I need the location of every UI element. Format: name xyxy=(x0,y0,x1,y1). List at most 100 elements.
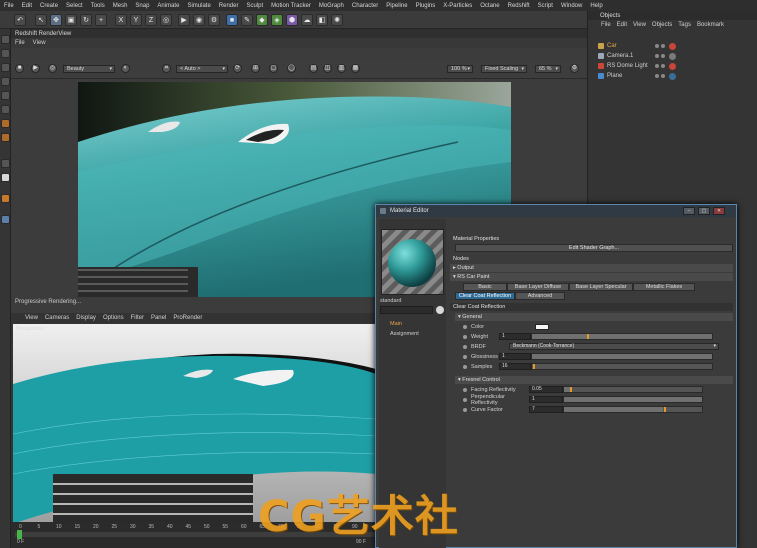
polygons-mode-icon[interactable] xyxy=(1,105,10,114)
vp-menu-prorender[interactable]: ProRender xyxy=(173,315,202,321)
param-curve-factor[interactable]: Curve Factor 7 xyxy=(463,405,733,414)
param-brdf-select[interactable]: Beckmann (Cook-Torrance) xyxy=(509,343,719,350)
scaling-select[interactable]: Fixed Scaling xyxy=(481,65,527,73)
vp-menu-view[interactable]: View xyxy=(25,315,38,321)
render-visibility-dot[interactable] xyxy=(661,54,665,58)
visibility-dot[interactable] xyxy=(655,44,659,48)
scene-icon[interactable]: ☁ xyxy=(301,14,313,26)
vp-menu-cameras[interactable]: Cameras xyxy=(45,315,69,321)
param-curve-anim-dot[interactable] xyxy=(463,407,467,412)
param-brdf[interactable]: BRDF Beckmann (Cook-Torrance) xyxy=(463,342,733,351)
visibility-dot[interactable] xyxy=(655,64,659,68)
tab-metallic-flakes[interactable]: Metallic Flakes xyxy=(633,283,695,291)
render-visibility-dot[interactable] xyxy=(661,64,665,68)
channel-assignment[interactable]: Assignment xyxy=(390,331,419,337)
sphere-icon[interactable]: ◯ xyxy=(287,64,296,73)
object-row[interactable]: Camera.1 xyxy=(588,51,757,61)
tab-base-layer-specular[interactable]: Base Layer Specular xyxy=(569,283,633,291)
param-facing-value[interactable]: 0.05 xyxy=(529,386,563,393)
param-facing-anim-dot[interactable] xyxy=(463,387,467,392)
object-tag-icon[interactable] xyxy=(669,62,676,70)
object-row[interactable]: Car xyxy=(588,41,757,51)
edges-mode-icon[interactable] xyxy=(1,91,10,100)
coord-system-icon[interactable]: ◎ xyxy=(160,14,172,26)
vp-menu-panel[interactable]: Panel xyxy=(151,315,166,321)
vp-menu-options[interactable]: Options xyxy=(103,315,124,321)
tab-base-layer-diffuse[interactable]: Base Layer Diffuse xyxy=(507,283,569,291)
menu-help[interactable]: Help xyxy=(590,3,602,9)
texture-mode-icon[interactable] xyxy=(1,63,10,72)
zoom-select[interactable]: 100 % xyxy=(447,65,473,73)
crop-icon[interactable]: ⌗ xyxy=(162,64,171,73)
object-name[interactable]: RS Dome Light xyxy=(607,63,655,69)
camera-icon[interactable]: ◧ xyxy=(316,14,328,26)
fresnel-group[interactable]: ▾ Fresnel Control xyxy=(455,376,733,384)
param-weight[interactable]: Weight 1 xyxy=(463,332,733,341)
minimize-icon[interactable]: – xyxy=(683,207,695,215)
menu-tools[interactable]: Tools xyxy=(91,3,105,9)
axis-mode-icon[interactable] xyxy=(1,119,10,128)
render-visibility-dot[interactable] xyxy=(661,74,665,78)
visibility-dot[interactable] xyxy=(655,74,659,78)
param-samples-value[interactable]: 16 xyxy=(499,363,531,370)
param-perpendicular-anim-dot[interactable] xyxy=(463,397,467,402)
clear-icon[interactable]: ▦ xyxy=(351,64,360,73)
aov-select[interactable]: Beauty xyxy=(63,65,115,73)
material-name-field[interactable] xyxy=(380,306,433,314)
param-brdf-anim-dot[interactable] xyxy=(463,344,467,349)
object-name[interactable]: Plane xyxy=(607,73,655,79)
rotate-icon[interactable]: ↻ xyxy=(80,14,92,26)
save-icon[interactable]: ▤ xyxy=(309,64,318,73)
om-menu-objects[interactable]: Objects xyxy=(652,22,672,28)
menu-render[interactable]: Render xyxy=(219,3,239,9)
stop-icon[interactable]: ■ xyxy=(15,64,24,73)
object-tag-icon[interactable] xyxy=(669,52,676,60)
param-samples-slider[interactable] xyxy=(531,363,713,370)
param-color[interactable]: Color xyxy=(463,322,733,331)
snapshot-icon[interactable]: ◎ xyxy=(48,64,57,73)
add-icon[interactable]: + xyxy=(95,14,107,26)
menu-sculpt[interactable]: Sculpt xyxy=(246,3,263,9)
move-icon[interactable]: ✥ xyxy=(50,14,62,26)
param-glossiness-slider[interactable] xyxy=(531,353,713,360)
param-curve-value[interactable]: 7 xyxy=(529,406,563,413)
history-icon[interactable]: ▥ xyxy=(337,64,346,73)
param-glossiness-anim-dot[interactable] xyxy=(463,354,467,359)
menu-edit[interactable]: Edit xyxy=(22,3,32,9)
om-menu-edit[interactable]: Edit xyxy=(617,22,627,28)
menu-simulate[interactable]: Simulate xyxy=(187,3,210,9)
node-rs-car-paint[interactable]: ▾ RS Car Paint xyxy=(450,273,733,281)
workplane-icon[interactable] xyxy=(1,173,10,182)
planar-workplane-icon[interactable] xyxy=(1,215,10,224)
pen-icon[interactable]: ✎ xyxy=(241,14,253,26)
param-glossiness-value[interactable]: 1 xyxy=(499,353,531,360)
menu-mesh[interactable]: Mesh xyxy=(113,3,128,9)
timeline-playhead[interactable] xyxy=(17,530,22,539)
object-row[interactable]: RS Dome Light xyxy=(588,61,757,71)
current-frame[interactable]: 0 F xyxy=(17,539,24,546)
menu-octane[interactable]: Octane xyxy=(480,3,499,9)
channel-main[interactable]: Main xyxy=(390,321,402,327)
make-editable-icon[interactable] xyxy=(1,35,10,44)
menu-mograph[interactable]: MoGraph xyxy=(319,3,344,9)
om-menu-file[interactable]: File xyxy=(601,22,611,28)
compare-icon[interactable]: ◫ xyxy=(323,64,332,73)
deformer-icon[interactable]: ⬢ xyxy=(286,14,298,26)
menu-redshift[interactable]: Redshift xyxy=(508,3,530,9)
param-samples[interactable]: Samples 16 xyxy=(463,362,733,371)
visibility-dot[interactable] xyxy=(655,54,659,58)
tab-clear-coat-reflection[interactable]: Clear Coat Reflection xyxy=(455,292,515,300)
render-settings-icon[interactable]: ⚙ xyxy=(208,14,220,26)
live-select-icon[interactable]: ↖ xyxy=(35,14,47,26)
axis-x-button[interactable]: X xyxy=(115,14,127,26)
grid-icon[interactable]: ⊞ xyxy=(251,64,260,73)
material-link-icon[interactable] xyxy=(436,306,444,314)
model-mode-icon[interactable] xyxy=(1,49,10,58)
menu-create[interactable]: Create xyxy=(40,3,58,9)
edit-shader-graph-button[interactable]: Edit Shader Graph... xyxy=(455,244,733,252)
render-view-icon[interactable]: ▶ xyxy=(178,14,190,26)
object-row[interactable]: Plane xyxy=(588,71,757,81)
menu-character[interactable]: Character xyxy=(352,3,378,9)
param-perpendicular-reflectivity[interactable]: Perpendicular Reflectivity 1 xyxy=(463,394,733,406)
cube-icon[interactable]: ■ xyxy=(226,14,238,26)
